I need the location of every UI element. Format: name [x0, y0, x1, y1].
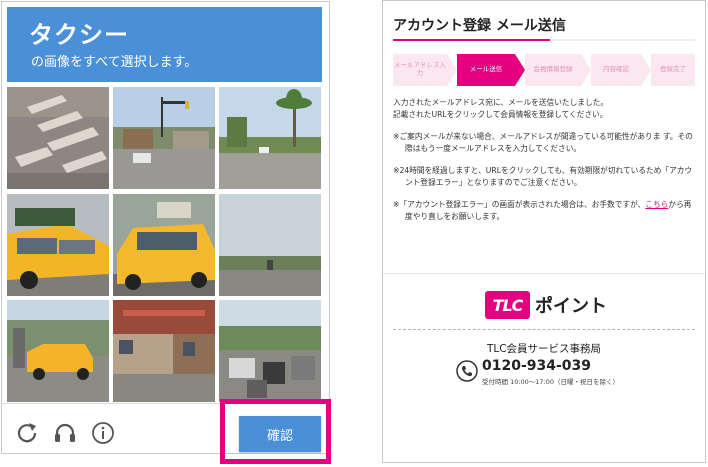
step-arrow: [641, 54, 651, 86]
captcha-tile-traffic[interactable]: [219, 300, 321, 402]
office-name: TLC会員サービス事務局: [486, 343, 602, 355]
step-email-send: メール送信: [457, 54, 515, 86]
title-underline: [393, 39, 695, 41]
page-title: アカウント登録 メール送信: [393, 18, 566, 34]
sent-message-2: 記載されたURLをクリックして会員情報を登録してください。: [393, 110, 608, 119]
captcha-tile-houses[interactable]: [113, 300, 215, 402]
captcha-header: タクシー の画像をすべて選択します。: [7, 7, 322, 82]
info-icon[interactable]: [90, 420, 116, 446]
phone-icon: [456, 360, 478, 382]
confirm-button[interactable]: 確認: [239, 416, 321, 452]
no-mail-note: ※ご案内メールが来ない場合、メールアドレスが間違っている可能性がありま す。その…: [393, 132, 693, 153]
title-underline-accent: [393, 39, 550, 41]
captcha-tile-crosswalk[interactable]: [7, 87, 109, 189]
headphones-icon[interactable]: [52, 420, 78, 446]
tlc-badge: TLC: [485, 291, 530, 319]
captcha-tile-palm-street[interactable]: [219, 87, 321, 189]
expiry-note: ※24時間を経過しますと、URLをクリックしても、有効期限が切れているため「アカ…: [393, 166, 693, 187]
step-member-info: 会員情報登録: [525, 54, 581, 86]
step-arrow: [581, 54, 591, 86]
captcha-widget: タクシー の画像をすべて選択します。 確認: [0, 0, 332, 467]
reload-icon[interactable]: [14, 420, 40, 446]
sent-message: 入力されたメールアドレス宛に、メールを送信いたしました。: [393, 98, 609, 107]
step-arrow: [515, 54, 525, 86]
retry-link[interactable]: こちら: [645, 200, 668, 209]
dashed-divider: [393, 329, 695, 330]
captcha-tile-intersection[interactable]: [113, 87, 215, 189]
step-complete: 登録完了: [651, 54, 695, 86]
step-email-input: メールアドレス入力: [393, 54, 447, 86]
captcha-tile-taxi-close[interactable]: [7, 194, 109, 296]
tlc-point-logo: TLC ポイント: [485, 291, 607, 319]
captcha-tile-empty-road[interactable]: [219, 194, 321, 296]
logo-word: ポイント: [535, 296, 607, 317]
message-body: 入力されたメールアドレス宛に、メールを送信いたしました。 記載されたURLをクリ…: [393, 97, 698, 223]
phone-number: 0120-934-039: [482, 358, 592, 374]
step-arrow: [447, 54, 457, 86]
progress-steps: メールアドレス入力 メール送信 会員情報登録 内容確認 登録完了: [393, 54, 695, 86]
captcha-image-grid: [7, 87, 322, 403]
captcha-title: タクシー: [29, 21, 129, 49]
section-divider: [383, 273, 705, 274]
captcha-tile-taxi-front[interactable]: [113, 194, 215, 296]
step-confirm: 内容確認: [591, 54, 641, 86]
captcha-tile-taxi-street[interactable]: [7, 300, 109, 402]
account-registration-panel: アカウント登録 メール送信 メールアドレス入力 メール送信 会員情報登録 内容確…: [382, 0, 706, 463]
captcha-instruction: の画像をすべて選択します。: [31, 55, 198, 70]
error-note-text: ※「アカウント登録エラー」の画面が表示された場合は、お手数ですが、: [393, 200, 646, 209]
error-note: ※「アカウント登録エラー」の画面が表示された場合は、お手数ですが、こちらから再度…: [393, 199, 698, 223]
reception-hours: 受付時間 10:00〜17:00（日曜・祝日を除く）: [482, 378, 620, 386]
